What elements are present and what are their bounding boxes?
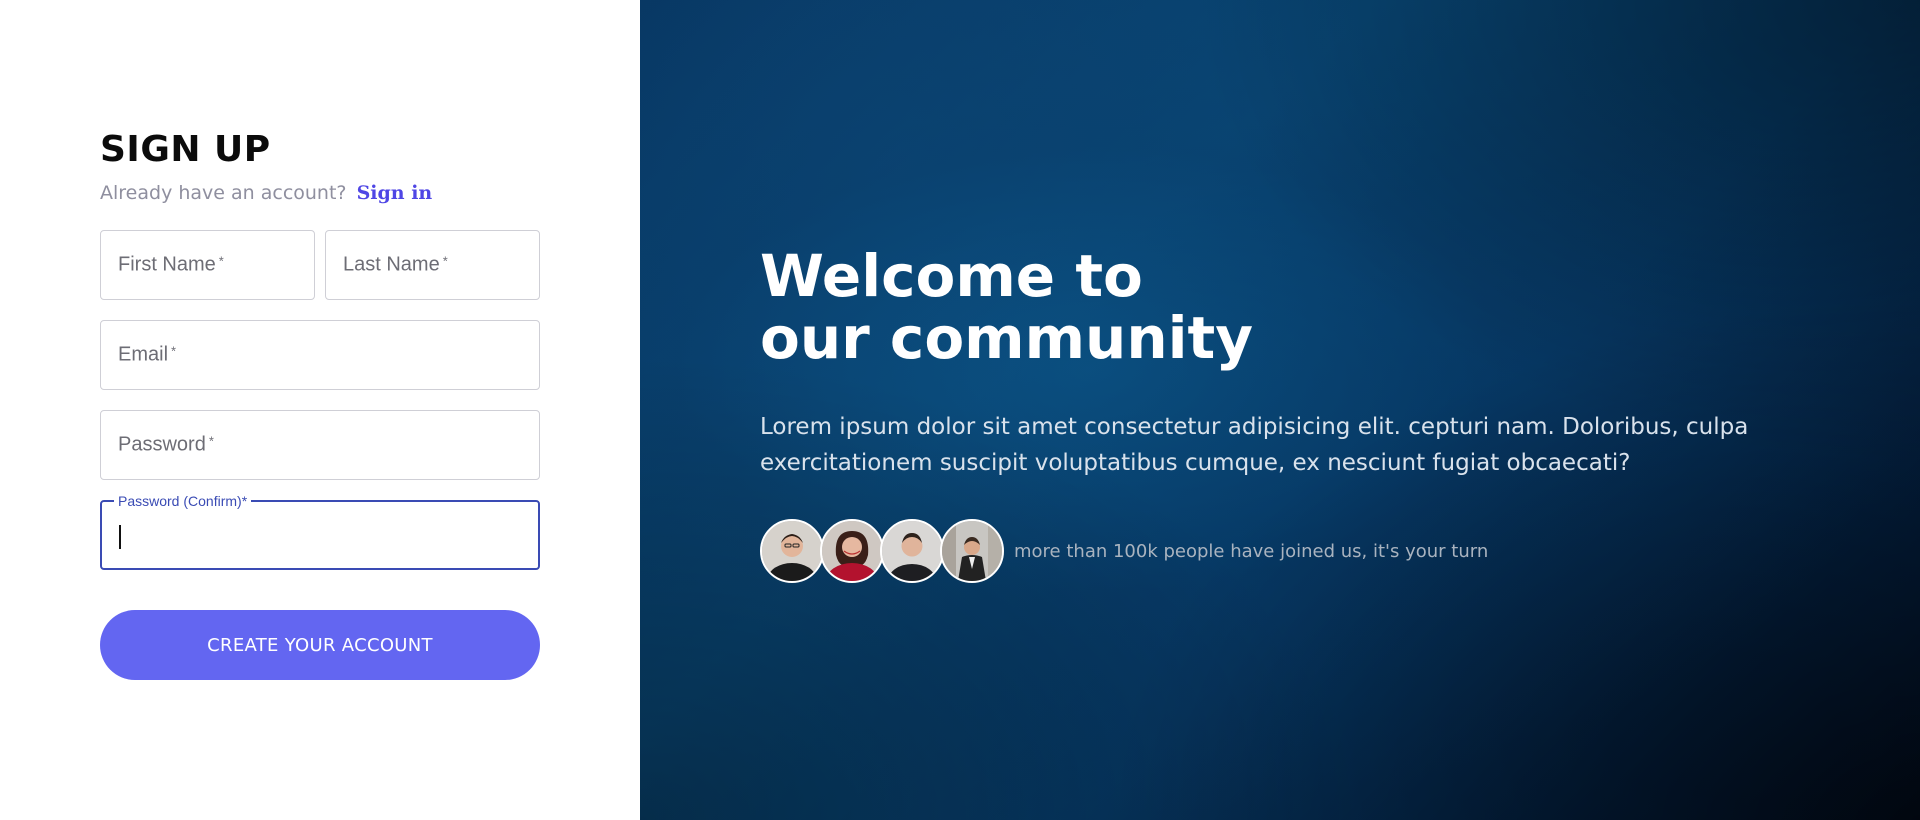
hero-title: Welcome to our community: [760, 245, 1800, 369]
user-avatar-icon: [762, 521, 822, 581]
avatar-group: [760, 519, 1004, 583]
last-name-input[interactable]: [326, 231, 539, 299]
joined-text: more than 100k people have joined us, it…: [1014, 540, 1489, 562]
first-name-field[interactable]: First Name *: [100, 230, 315, 300]
last-name-field[interactable]: Last Name *: [325, 230, 540, 300]
community-row: more than 100k people have joined us, it…: [760, 519, 1800, 583]
signup-panel: SIGN UP Already have an account? Sign in…: [0, 0, 640, 820]
signup-form: SIGN UP Already have an account? Sign in…: [100, 128, 540, 680]
user-avatar-icon: [822, 521, 882, 581]
signin-prompt-text: Already have an account?: [100, 182, 347, 204]
email-field[interactable]: Email *: [100, 320, 540, 390]
avatar: [880, 519, 944, 583]
password-input[interactable]: [101, 411, 539, 479]
avatar: [940, 519, 1004, 583]
email-input[interactable]: [101, 321, 539, 389]
password-field[interactable]: Password *: [100, 410, 540, 480]
name-row: First Name * Last Name *: [100, 230, 540, 300]
hero-description: Lorem ipsum dolor sit amet consectetur a…: [760, 414, 1749, 476]
avatar: [760, 519, 824, 583]
hero-panel: Welcome to our community Lorem ipsum dol…: [640, 0, 1920, 820]
signin-prompt: Already have an account? Sign in: [100, 182, 540, 204]
page-title: SIGN UP: [100, 129, 271, 170]
user-avatar-icon: [882, 521, 942, 581]
user-avatar-icon: [942, 521, 1002, 581]
avatar: [820, 519, 884, 583]
create-account-button[interactable]: CREATE YOUR ACCOUNT: [100, 610, 540, 680]
hero-content: Welcome to our community Lorem ipsum dol…: [760, 245, 1800, 583]
signup-page: SIGN UP Already have an account? Sign in…: [0, 0, 1920, 820]
hero-title-line2: our community: [760, 304, 1254, 372]
first-name-input[interactable]: [101, 231, 314, 299]
signin-link[interactable]: Sign in: [357, 182, 433, 204]
hero-title-line1: Welcome to: [760, 242, 1143, 310]
password-confirm-input[interactable]: [102, 502, 538, 568]
password-confirm-field[interactable]: Password (Confirm)*: [100, 493, 540, 570]
